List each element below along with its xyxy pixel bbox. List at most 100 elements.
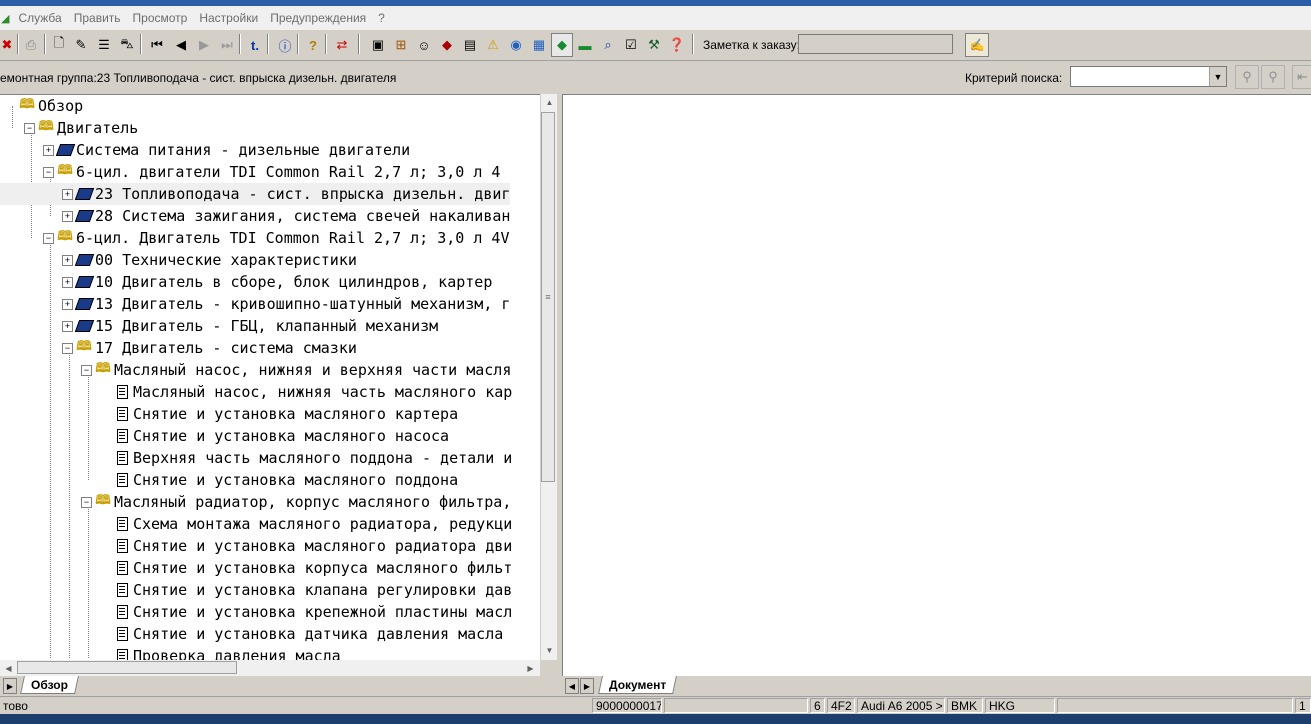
tree-item[interactable]: +28 Система зажигания, система свечей на… — [0, 205, 510, 227]
car-icon[interactable]: ⛍ — [116, 33, 138, 57]
tree-item[interactable]: +15 Двигатель - ГБЦ, клапанный механизм — [0, 315, 438, 337]
tree-vertical-scroll-thumb[interactable]: ≡ — [541, 112, 555, 482]
notes-icon[interactable]: ☰ — [93, 33, 115, 57]
search-back-button[interactable]: ⚲ — [1261, 65, 1285, 89]
menu-help[interactable]: ? — [372, 11, 391, 25]
expand-icon[interactable]: + — [43, 144, 54, 156]
tree-item[interactable]: +23 Топливоподача - сист. впрыска дизель… — [0, 183, 511, 205]
tree-item[interactable]: Масляный насос, нижняя часть масляного к… — [0, 381, 512, 403]
tree-item[interactable]: Снятие и установка масляного картера — [0, 403, 458, 425]
new-doc-icon[interactable]: 🗋 — [48, 33, 70, 57]
save-icon[interactable]: ▦ — [528, 33, 550, 57]
tree-item[interactable]: Снятие и установка клапана регулировки д… — [0, 579, 512, 601]
tree-item[interactable]: +00 Технические характеристики — [0, 249, 357, 271]
expand-icon[interactable]: + — [62, 320, 73, 332]
document-icon — [114, 539, 130, 553]
tab-nav-left-icon[interactable]: ▶ — [3, 678, 17, 694]
next-icon[interactable]: ▶ — [193, 33, 215, 57]
book-closed-icon — [74, 254, 94, 266]
info-icon[interactable]: ⓘ — [274, 33, 296, 57]
globe-icon[interactable]: ◉ — [505, 33, 527, 57]
prev-icon[interactable]: ◀ — [170, 33, 192, 57]
tree-item[interactable]: Снятие и установка датчика давления масл… — [0, 623, 503, 645]
collapse-icon[interactable]: − — [81, 496, 92, 508]
back-icon[interactable]: t. — [244, 33, 266, 57]
toolbar-separator — [44, 34, 46, 54]
collapse-icon[interactable]: − — [43, 166, 54, 178]
tree-item-label: Снятие и установка клапана регулировки д… — [133, 581, 513, 599]
menu-warnings[interactable]: Предупреждения — [264, 11, 372, 25]
scroll-up-icon[interactable]: ▲ — [541, 94, 558, 111]
tree-item[interactable]: − 🕮 Масляный насос, нижняя и верхняя части… — [0, 359, 511, 381]
print-icon[interactable]: ⎙ — [20, 33, 42, 57]
checklist-icon[interactable]: ☑ — [620, 33, 642, 57]
question-book-icon[interactable]: ❓ — [666, 33, 688, 57]
edit-icon[interactable]: ✎ — [70, 33, 92, 57]
expand-icon[interactable]: + — [62, 276, 73, 288]
order-note-input[interactable] — [798, 34, 953, 54]
tree-item[interactable]: − 🕮 6-цил. двигатели TDI Common Rail 2,7 л… — [0, 161, 500, 183]
expand-icon[interactable]: + — [62, 210, 73, 222]
status-model: Audi A6 2005 > — [857, 698, 945, 713]
tree-item[interactable]: + Система питания - дизельные двигатели — [0, 139, 410, 161]
tree-item[interactable]: 🕮 Обзор — [0, 95, 83, 117]
tree-item[interactable]: − 🕮 Двигатель — [0, 117, 138, 139]
help-icon[interactable]: ? — [302, 33, 324, 57]
collapse-button[interactable]: ⇤ — [1292, 65, 1311, 89]
status-engine: BMK — [947, 698, 983, 713]
tab-overview[interactable]: Обзор — [20, 676, 79, 694]
tab-nav-next-icon[interactable]: ▶ — [580, 678, 594, 694]
last-icon[interactable]: ⏭ — [216, 33, 238, 57]
tree-item[interactable]: Снятие и установка масляного радиатора д… — [0, 535, 512, 557]
tab-document[interactable]: Документ — [598, 676, 678, 694]
scroll-right-icon[interactable]: ▶ — [522, 660, 539, 677]
book-closed-icon — [74, 298, 94, 310]
tree-item[interactable]: Снятие и установка крепежной пластины ма… — [0, 601, 512, 623]
scroll-left-icon[interactable]: ◀ — [0, 660, 17, 677]
search-forward-button[interactable]: ⚲ — [1235, 65, 1259, 89]
tree-item[interactable]: +10 Двигатель в сборе, блок цилиндров, к… — [0, 271, 492, 293]
menu-settings[interactable]: Настройки — [193, 11, 264, 25]
tab-nav-prev-icon[interactable]: ◀ — [565, 678, 579, 694]
menu-edit[interactable]: Править — [68, 11, 127, 25]
search-icon[interactable]: ⌕ — [597, 33, 619, 57]
collapse-icon[interactable]: − — [43, 232, 54, 244]
delete-icon[interactable]: ✖ — [0, 33, 18, 57]
tools-icon[interactable]: ⚒ — [643, 33, 665, 57]
person-icon[interactable]: ☺ — [413, 33, 435, 57]
collapse-icon[interactable]: − — [24, 122, 35, 134]
document-pane[interactable] — [562, 94, 1311, 676]
expand-icon[interactable]: + — [62, 254, 73, 266]
chevron-down-icon[interactable]: ▼ — [1209, 67, 1226, 86]
scroll-down-icon[interactable]: ▼ — [541, 642, 558, 659]
manual-icon[interactable]: ◆ — [436, 33, 458, 57]
collapse-icon[interactable]: − — [81, 364, 92, 376]
expand-icon[interactable]: + — [62, 298, 73, 310]
tree-item[interactable]: +13 Двигатель - кривошипно-шатунный меха… — [0, 293, 510, 315]
toolbar-separator — [239, 34, 241, 54]
list-icon[interactable]: ▤ — [459, 33, 481, 57]
swap-icon[interactable]: ⇄ — [331, 33, 353, 57]
book-icon[interactable]: ▣ — [367, 33, 389, 57]
tree-item[interactable]: − 🕮 Масляный радиатор, корпус масляного фи… — [0, 491, 511, 513]
tree-item[interactable]: Снятие и установка корпуса масляного фил… — [0, 557, 512, 579]
expand-icon[interactable]: + — [62, 188, 73, 200]
menu-view[interactable]: Просмотр — [127, 11, 194, 25]
green-book-icon[interactable]: ◆ — [551, 33, 573, 57]
menu-service[interactable]: Служба — [12, 11, 67, 25]
tree-horizontal-scroll-thumb[interactable] — [17, 661, 237, 674]
vehicle-icon[interactable]: ▬ — [574, 33, 596, 57]
tree-item[interactable]: Схема монтажа масляного радиатора, редук… — [0, 513, 512, 535]
tree-item[interactable]: − 🕮 6-цил. Двигатель TDI Common Rail 2,7 л… — [0, 227, 509, 249]
tree-item[interactable]: Верхняя часть масляного поддона - детали… — [0, 447, 512, 469]
parts-icon[interactable]: ⊞ — [390, 33, 412, 57]
tree-item[interactable]: − 🕮 17 Двигатель - система смазки — [0, 337, 357, 359]
tree-item[interactable]: Снятие и установка масляного насоса — [0, 425, 449, 447]
search-criteria-select[interactable]: ▼ — [1070, 66, 1227, 87]
collapse-icon[interactable]: − — [62, 342, 73, 354]
tree-item[interactable]: Снятие и установка масляного поддона — [0, 469, 458, 491]
first-icon[interactable]: ⏮ — [146, 33, 168, 57]
tree-item[interactable]: Проверка давления масла — [0, 645, 341, 661]
order-note-button[interactable]: ✍ — [965, 33, 989, 57]
warning-icon[interactable]: ⚠ — [482, 33, 504, 57]
